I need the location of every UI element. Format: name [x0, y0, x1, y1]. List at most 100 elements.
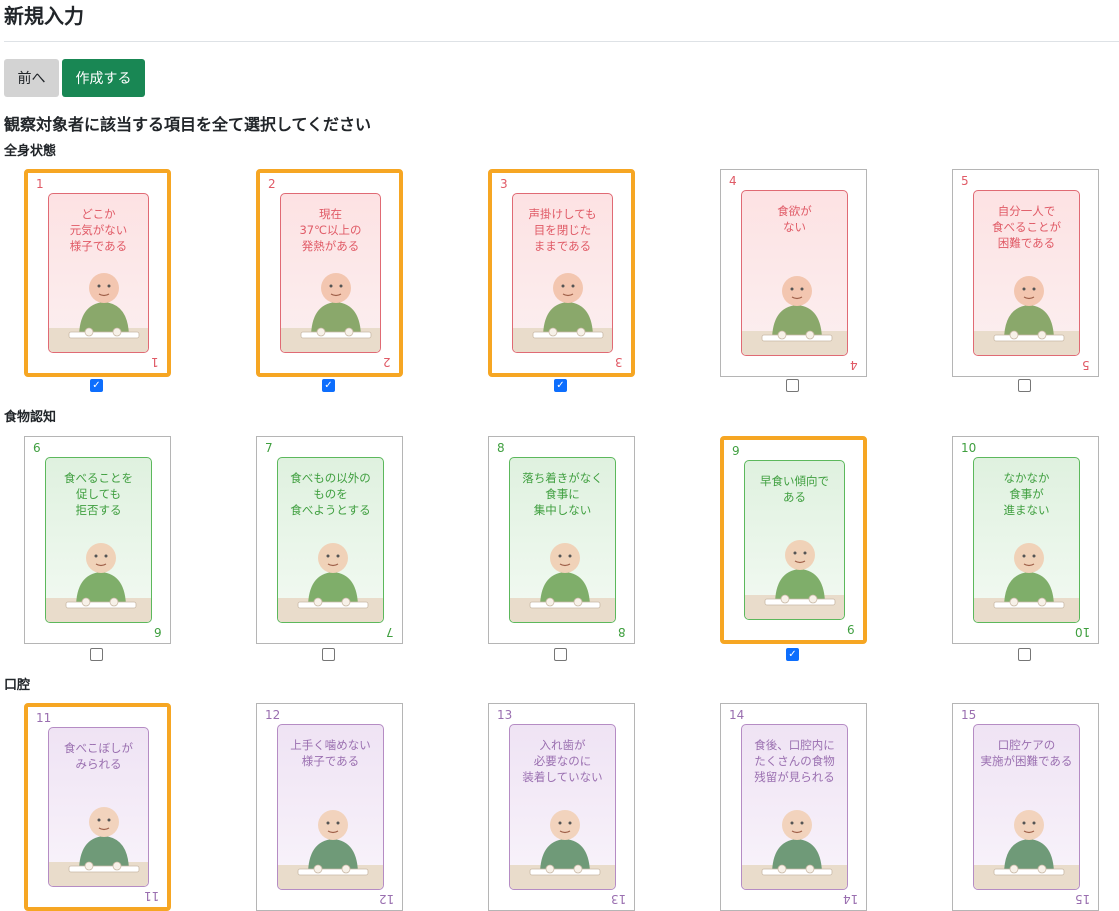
card-8[interactable]: 8 落ち着きがなく 食事に 集中しない 8 [488, 436, 635, 644]
card-illustration-frame: 自分一人で 食べることが 困難である [973, 190, 1080, 356]
card-13[interactable]: 13 入れ歯が 必要なのに 装着していない 13 [488, 703, 635, 911]
elderly-person-illustration [745, 540, 844, 619]
card-number: 11 [36, 711, 52, 725]
card-number: 1 [36, 177, 44, 191]
card-10-checkbox[interactable] [1018, 648, 1031, 661]
card-number: 12 [265, 708, 281, 722]
card-9-checkbox[interactable]: ✓ [786, 648, 799, 661]
card-illustration-frame: 食べることを 促しても 拒否する [45, 457, 152, 623]
card-illustration-frame: 口腔ケアの 実施が困難である [973, 724, 1080, 890]
card-4-checkbox[interactable] [786, 379, 799, 392]
card-number-inverted: 15 [1074, 892, 1090, 906]
card-caption: なかなか 食事が 進まない [1003, 471, 1050, 517]
card-number: 2 [268, 177, 276, 191]
card-caption: 食べもの以外の ものを 食べようとする [290, 471, 371, 517]
card-9[interactable]: 9 早食い傾向で ある 9 [720, 436, 867, 644]
create-button[interactable]: 作成する [62, 59, 145, 97]
card-number-inverted: 13 [610, 892, 626, 906]
card-number: 15 [961, 708, 977, 722]
section-label: 全身状態 [4, 144, 57, 159]
card-number-inverted: 6 [154, 625, 162, 639]
card-caption: 食べることを 促しても 拒否する [64, 471, 133, 517]
card-number-inverted: 12 [378, 892, 394, 906]
card-caption: 食後、口腔内に たくさんの食物 残留が見られる [754, 738, 835, 784]
card-6-checkbox[interactable] [90, 648, 103, 661]
card-caption: 口腔ケアの 実施が困難である [980, 738, 1073, 768]
card-number: 10 [961, 441, 977, 455]
card-number: 5 [961, 174, 969, 188]
elderly-person-illustration [510, 810, 615, 889]
elderly-person-illustration [513, 273, 612, 352]
card-8-checkbox[interactable] [554, 648, 567, 661]
elderly-person-illustration [49, 807, 148, 886]
elderly-person-illustration [974, 810, 1079, 889]
card-3-checkbox[interactable]: ✓ [554, 379, 567, 392]
elderly-person-illustration [974, 276, 1079, 355]
section-label: 口腔 [4, 678, 31, 693]
card-caption: 食欲が ない [777, 204, 812, 234]
card-12[interactable]: 12 上手く噛めない 様子である 12 [256, 703, 403, 911]
card-6[interactable]: 6 食べることを 促しても 拒否する 6 [24, 436, 171, 644]
prev-button[interactable]: 前へ [4, 59, 59, 97]
card-number-inverted: 4 [850, 358, 858, 372]
card-caption: 上手く噛めない 様子である [290, 738, 371, 768]
card-1-checkbox[interactable]: ✓ [90, 379, 103, 392]
card-illustration-frame: 現在 37℃以上の 発熱がある [280, 193, 381, 353]
card-number-inverted: 2 [383, 355, 391, 369]
card-number-inverted: 5 [1082, 358, 1090, 372]
card-10[interactable]: 10 なかなか 食事が 進まない 10 [952, 436, 1099, 644]
card-illustration-frame: 食べこぼしが みられる [48, 727, 149, 887]
card-number: 3 [500, 177, 508, 191]
card-number-inverted: 3 [615, 355, 623, 369]
elderly-person-illustration [742, 810, 847, 889]
instruction-heading: 観察対象者に該当する項目を全て選択してください [4, 115, 372, 134]
card-caption: 食べこぼしが みられる [64, 741, 133, 771]
card-3[interactable]: 3 声掛けしても 目を閉じた ままである 3 [488, 169, 635, 377]
card-7[interactable]: 7 食べもの以外の ものを 食べようとする 7 [256, 436, 403, 644]
elderly-person-illustration [278, 810, 383, 889]
card-illustration-frame: 落ち着きがなく 食事に 集中しない [509, 457, 616, 623]
card-illustration-frame: 入れ歯が 必要なのに 装着していない [509, 724, 616, 890]
section-label: 食物認知 [4, 410, 57, 425]
card-illustration-frame: 早食い傾向で ある [744, 460, 845, 620]
card-number: 6 [33, 441, 41, 455]
card-4[interactable]: 4 食欲が ない 4 [720, 169, 867, 377]
card-15[interactable]: 15 口腔ケアの 実施が困難である 15 [952, 703, 1099, 911]
card-2-checkbox[interactable]: ✓ [322, 379, 335, 392]
elderly-person-illustration [974, 543, 1079, 622]
card-number-inverted: 1 [151, 355, 159, 369]
checkmark-icon: ✓ [92, 379, 101, 391]
card-2[interactable]: 2 現在 37℃以上の 発熱がある 2 [256, 169, 403, 377]
header-divider [4, 41, 1119, 42]
card-number-inverted: 8 [618, 625, 626, 639]
checkmark-icon: ✓ [556, 379, 565, 391]
card-illustration-frame: どこか 元気がない 様子である [48, 193, 149, 353]
elderly-person-illustration [46, 543, 151, 622]
card-illustration-frame: 上手く噛めない 様子である [277, 724, 384, 890]
elderly-person-illustration [49, 273, 148, 352]
card-caption: 早食い傾向で ある [760, 474, 829, 504]
card-number: 4 [729, 174, 737, 188]
card-11[interactable]: 11 食べこぼしが みられる 11 [24, 703, 171, 911]
card-number-inverted: 11 [143, 889, 159, 903]
elderly-person-illustration [281, 273, 380, 352]
card-number: 8 [497, 441, 505, 455]
card-7-checkbox[interactable] [322, 648, 335, 661]
card-number-inverted: 7 [386, 625, 394, 639]
card-1[interactable]: 1 どこか 元気がない 様子である 1 [24, 169, 171, 377]
page-title: 新規入力 [4, 4, 84, 28]
card-illustration-frame: 食後、口腔内に たくさんの食物 残留が見られる [741, 724, 848, 890]
card-number: 7 [265, 441, 273, 455]
card-caption: 落ち着きがなく 食事に 集中しない [522, 471, 603, 517]
elderly-person-illustration [510, 543, 615, 622]
card-number-inverted: 10 [1074, 625, 1090, 639]
card-14[interactable]: 14 食後、口腔内に たくさんの食物 残留が見られる 14 [720, 703, 867, 911]
card-5[interactable]: 5 自分一人で 食べることが 困難である 5 [952, 169, 1099, 377]
card-illustration-frame: なかなか 食事が 進まない [973, 457, 1080, 623]
card-number: 13 [497, 708, 513, 722]
card-5-checkbox[interactable] [1018, 379, 1031, 392]
checkmark-icon: ✓ [324, 379, 333, 391]
checkmark-icon: ✓ [788, 648, 797, 660]
card-illustration-frame: 食べもの以外の ものを 食べようとする [277, 457, 384, 623]
card-number-inverted: 14 [842, 892, 858, 906]
